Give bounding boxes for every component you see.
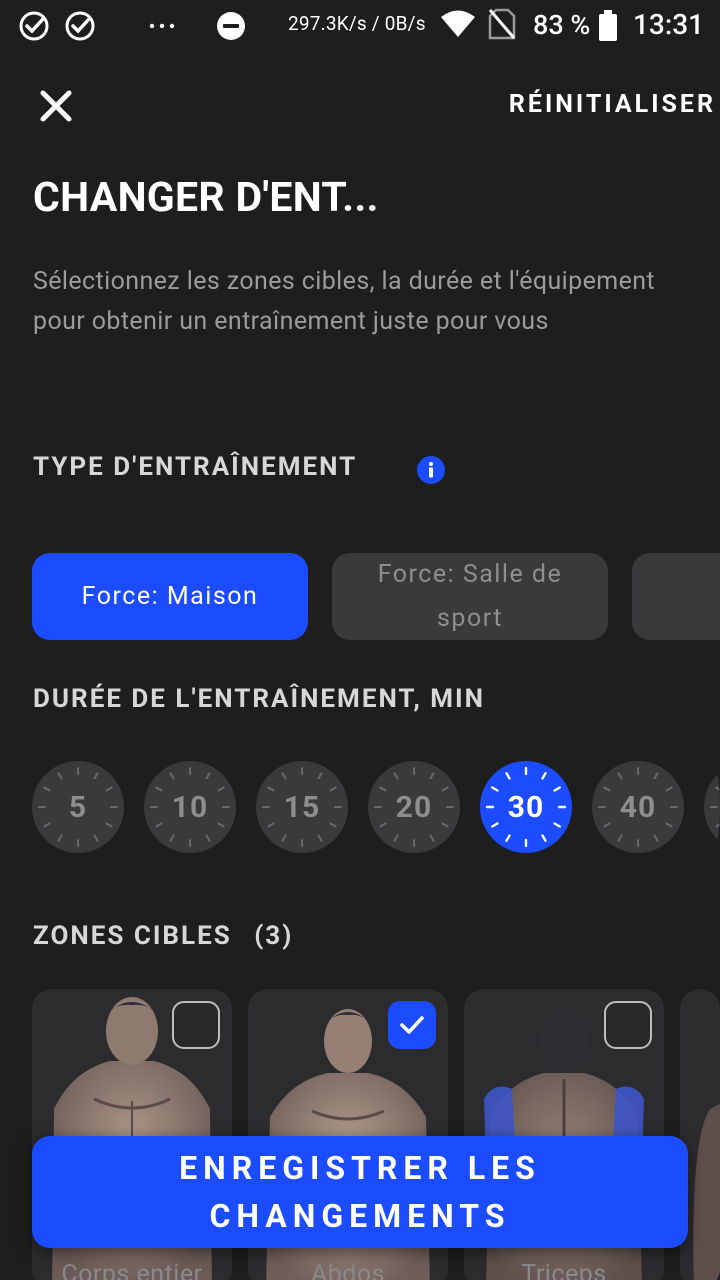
more-dots-icon (148, 22, 176, 30)
zone-checkbox[interactable] (604, 1001, 652, 1049)
close-icon (40, 90, 72, 122)
network-speed: 297.3K/s / 0B/s (288, 12, 426, 35)
duration-label: 15 (283, 789, 321, 825)
zones-title: ZONES CIBLES (3) (33, 921, 293, 951)
zone-label: Abdos (310, 1260, 386, 1280)
duration-option-20[interactable]: 20 (368, 761, 460, 853)
battery-icon (598, 10, 618, 46)
save-changes-label: ENREGISTRER LES CHANGEMENTS (179, 1149, 541, 1235)
close-button[interactable] (36, 86, 76, 126)
check-circle-icon (18, 10, 50, 42)
clock: 13:31 (633, 8, 705, 41)
do-not-disturb-icon (216, 11, 246, 41)
save-changes-button[interactable]: ENREGISTRER LES CHANGEMENTS (32, 1136, 688, 1248)
no-sim-icon (488, 8, 516, 44)
status-bar: 297.3K/s / 0B/s 83 % 13:31 (0, 0, 720, 52)
zone-label: Corps entier (61, 1260, 203, 1280)
info-icon[interactable] (417, 456, 445, 484)
duration-label: 10 (171, 789, 209, 825)
duration-label: 5 (68, 789, 88, 825)
duration-option-15[interactable]: 15 (256, 761, 348, 853)
zones-count: (3) (254, 921, 294, 951)
wifi-icon (440, 10, 476, 42)
training-type-option-more[interactable] (632, 553, 720, 640)
training-type-option-gym[interactable]: Force: Salle de sport (332, 553, 608, 640)
zone-label: Triceps (521, 1260, 607, 1280)
duration-option-40[interactable]: 40 (592, 761, 684, 853)
zone-checkbox[interactable] (388, 1001, 436, 1049)
duration-option-more[interactable] (704, 761, 720, 853)
page-title: CHANGER D'ENT... (33, 174, 379, 222)
battery-percent: 83 % (533, 9, 591, 41)
training-type-title: TYPE D'ENTRAÎNEMENT (33, 452, 358, 482)
training-type-option-home[interactable]: Force: Maison (32, 553, 308, 640)
duration-option-30[interactable]: 30 (480, 761, 572, 853)
duration-label (704, 761, 720, 853)
duration-label: 30 (507, 789, 545, 825)
zones-title-text: ZONES CIBLES (33, 921, 232, 951)
duration-label: 20 (395, 789, 433, 825)
duration-label: 40 (619, 789, 657, 825)
duration-title: DURÉE DE L'ENTRAÎNEMENT, MIN (33, 684, 485, 714)
zone-checkbox[interactable] (172, 1001, 220, 1049)
check-circle-icon (64, 10, 96, 42)
duration-option-5[interactable]: 5 (32, 761, 124, 853)
duration-option-10[interactable]: 10 (144, 761, 236, 853)
page-subtitle: Sélectionnez les zones cibles, la durée … (33, 267, 656, 336)
training-type-label: Force: Salle de sport (377, 559, 563, 633)
training-type-label: Force: Maison (81, 581, 259, 611)
checkmark-icon (400, 1016, 424, 1034)
reset-button[interactable]: RÉINITIALISER (509, 90, 716, 119)
